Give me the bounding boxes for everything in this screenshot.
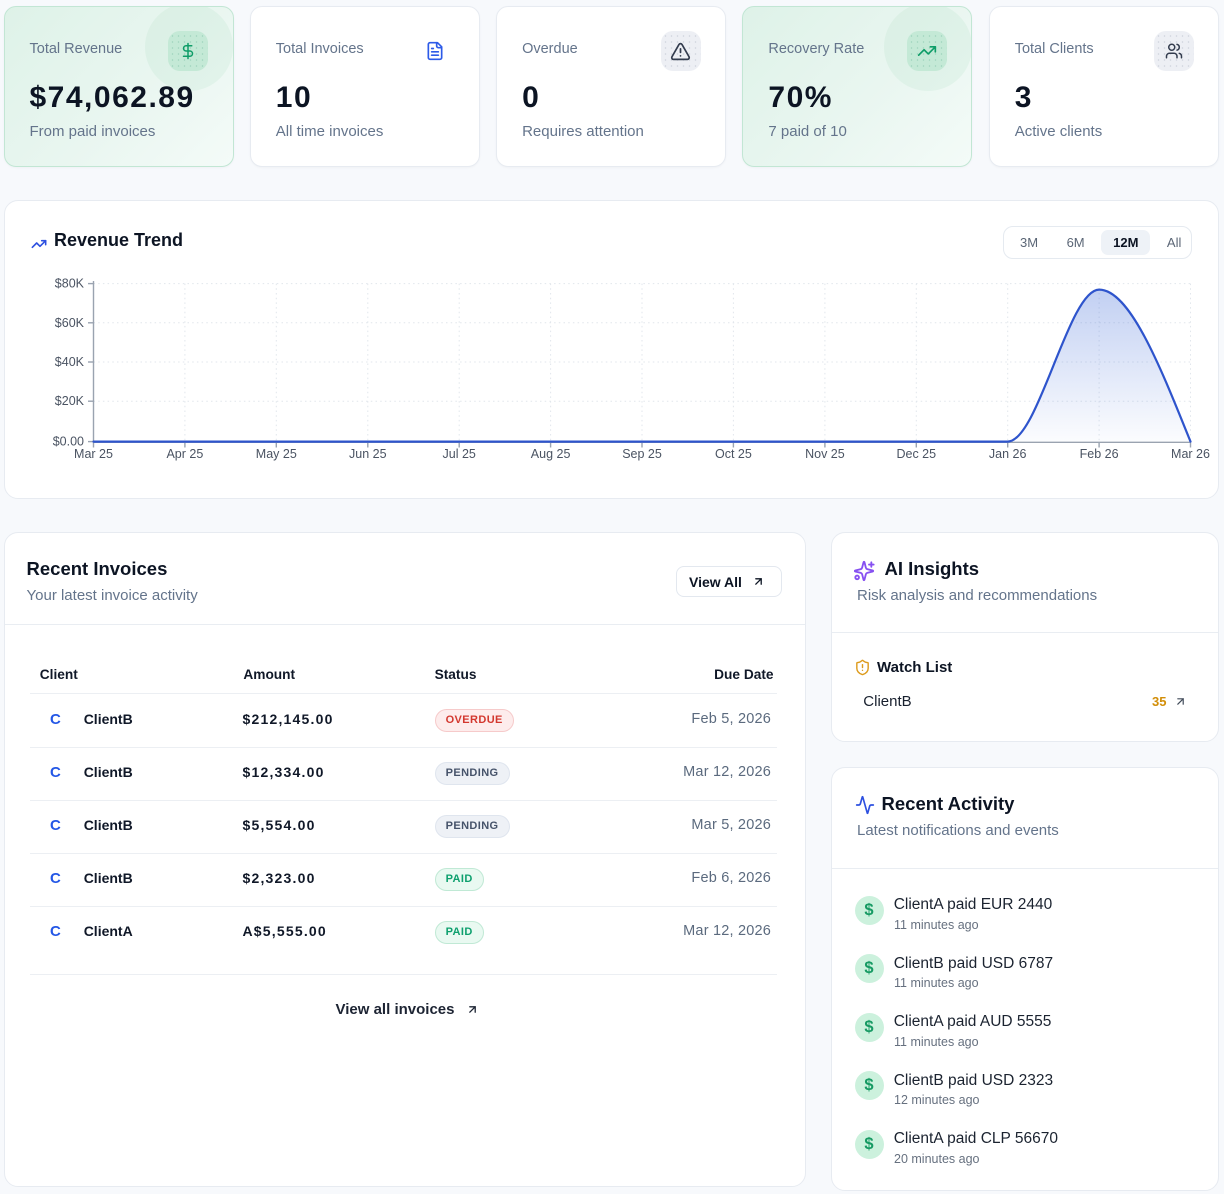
svg-text:Mar 25: Mar 25 — [74, 447, 113, 461]
svg-text:Jan 26: Jan 26 — [988, 447, 1026, 461]
svg-text:Apr 25: Apr 25 — [166, 447, 203, 461]
svg-text:Oct 25: Oct 25 — [714, 447, 751, 461]
svg-text:Sep 25: Sep 25 — [622, 447, 662, 461]
svg-text:May 25: May 25 — [255, 447, 296, 461]
svg-text:Mar 26: Mar 26 — [1171, 447, 1210, 461]
svg-text:$60K: $60K — [54, 316, 84, 330]
svg-text:Jun 25: Jun 25 — [349, 447, 387, 461]
svg-text:Jul 25: Jul 25 — [442, 447, 475, 461]
svg-text:$40K: $40K — [54, 355, 84, 369]
svg-text:Feb 26: Feb 26 — [1079, 447, 1118, 461]
svg-text:$80K: $80K — [54, 277, 84, 291]
svg-text:Aug 25: Aug 25 — [530, 447, 570, 461]
svg-text:Nov 25: Nov 25 — [805, 447, 845, 461]
svg-text:$20K: $20K — [54, 394, 84, 408]
svg-text:Dec 25: Dec 25 — [896, 447, 936, 461]
